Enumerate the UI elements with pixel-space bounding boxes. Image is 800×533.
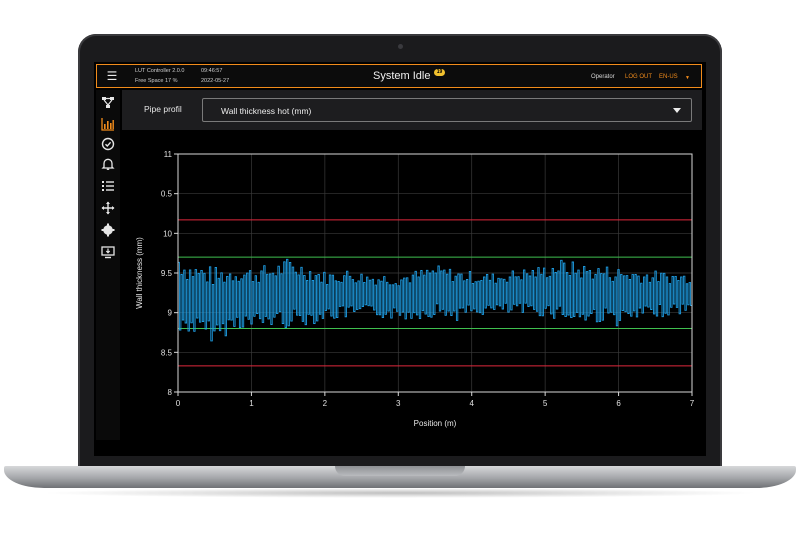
top-bar: ☰ LUT Controller 2.0.0 09:46:57 Free Spa… xyxy=(96,64,702,88)
x-tick-label: 0 xyxy=(176,399,181,408)
y-tick-label: 9.5 xyxy=(161,269,173,278)
check-circle-icon[interactable] xyxy=(100,136,116,152)
system-status-title: System Idle xyxy=(373,70,431,82)
x-axis-label: Position (m) xyxy=(414,419,457,428)
clock-time: 09:46:57 xyxy=(201,68,223,74)
measurement-select[interactable]: Wall thickness hot (mm) xyxy=(202,98,692,122)
x-tick-label: 1 xyxy=(249,399,254,408)
measurement-select-value: Wall thickness hot (mm) xyxy=(221,106,312,116)
logout-link[interactable]: LOG OUT xyxy=(625,74,652,80)
hamburger-menu-icon[interactable]: ☰ xyxy=(105,69,119,83)
laptop-shadow xyxy=(40,488,760,498)
x-tick-label: 6 xyxy=(616,399,621,408)
x-tick-label: 3 xyxy=(396,399,401,408)
y-tick-label: 9 xyxy=(168,309,173,318)
y-tick-label: 11 xyxy=(164,150,173,159)
y-tick-label: 0.5 xyxy=(161,190,173,199)
user-role: Operator xyxy=(591,74,615,80)
screen: ☰ LUT Controller 2.0.0 09:46:57 Free Spa… xyxy=(94,62,706,456)
x-tick-label: 4 xyxy=(469,399,474,408)
current-date: 2022-05-27 xyxy=(201,78,230,84)
list-icon[interactable] xyxy=(100,178,116,194)
settings-gear-icon[interactable] xyxy=(100,222,116,238)
notification-badge[interactable]: 19 xyxy=(434,69,445,76)
chevron-down-icon[interactable]: ▼ xyxy=(685,75,690,81)
app-version: LUT Controller 2.0.0 xyxy=(135,68,185,74)
sidebar xyxy=(96,90,120,440)
monitor-download-icon[interactable] xyxy=(100,244,116,260)
language-selector[interactable]: EN-US xyxy=(659,74,678,80)
laptop-notch xyxy=(335,466,465,476)
x-tick-label: 2 xyxy=(323,399,328,408)
x-tick-label: 5 xyxy=(543,399,548,408)
y-tick-label: 10 xyxy=(163,229,172,238)
x-tick-label: 7 xyxy=(690,399,695,408)
bell-icon[interactable] xyxy=(100,156,116,172)
bar-chart-icon[interactable] xyxy=(100,116,116,132)
y-axis-label: Wall thickness (mm) xyxy=(135,237,144,309)
y-tick-label: 8.5 xyxy=(161,348,173,357)
y-tick-label: 8 xyxy=(168,388,173,397)
pipe-profile-label: Pipe profil xyxy=(144,104,182,114)
free-space: Free Space 17 % xyxy=(135,78,178,84)
move-arrows-icon[interactable] xyxy=(100,200,116,216)
webcam-icon xyxy=(398,44,403,49)
toolbar: Pipe profil Wall thickness hot (mm) xyxy=(122,90,702,130)
wall-thickness-chart: 0 1 2 3 4 5 6 7 8 8.5 9 9.5 10 0.5 11 Position (m) Wal… xyxy=(135,150,695,428)
topology-icon[interactable] xyxy=(100,94,116,110)
dropdown-caret-icon[interactable] xyxy=(673,108,681,113)
